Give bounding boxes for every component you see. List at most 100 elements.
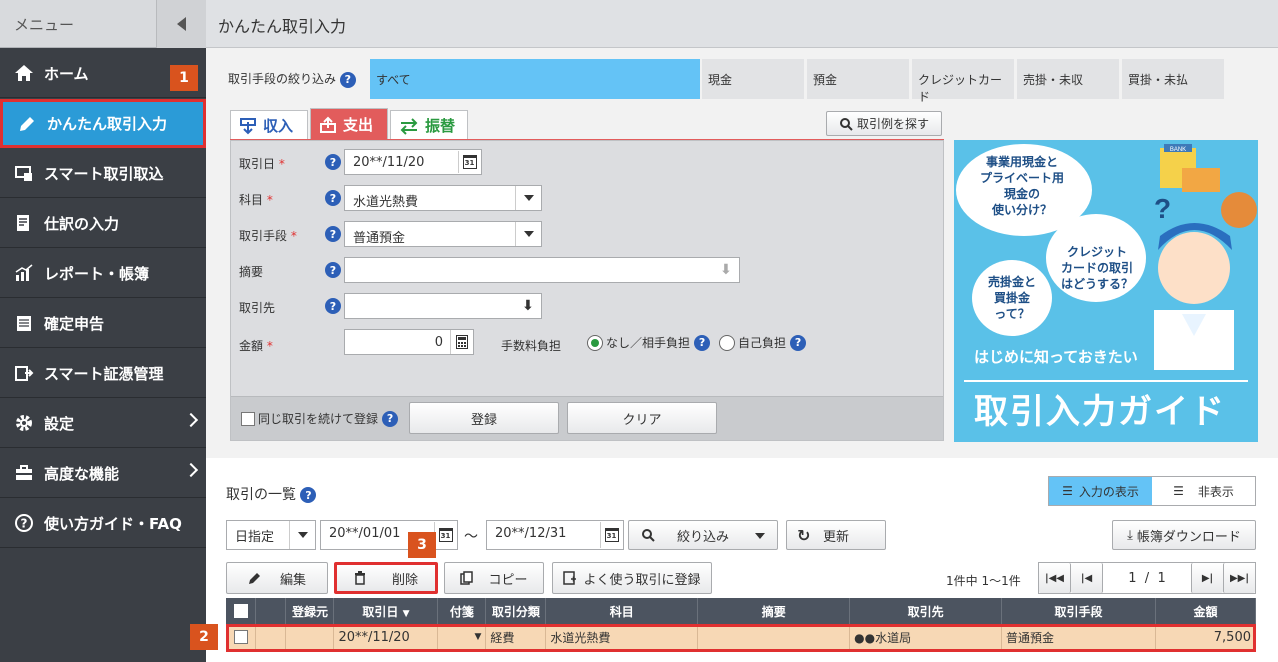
sidebar-item-help[interactable]: ? 使い方ガイド・FAQ bbox=[0, 499, 206, 548]
date-from-input[interactable]: 20**/01/01 31 bbox=[320, 520, 458, 550]
period-mode-select[interactable]: 日指定 bbox=[226, 520, 316, 550]
memo-label: 摘要 bbox=[239, 265, 264, 279]
filter-tab-cash[interactable]: 現金 bbox=[702, 59, 804, 99]
next-page-button[interactable]: ▶| bbox=[1191, 563, 1223, 593]
main-header: かんたん取引入力 bbox=[206, 0, 1278, 48]
calculator-icon[interactable] bbox=[450, 330, 472, 354]
date-label: 取引日 * bbox=[239, 157, 285, 171]
copy-button[interactable]: コピー bbox=[444, 562, 544, 594]
help-icon[interactable]: ? bbox=[325, 298, 341, 314]
memo-input[interactable]: ⬇ bbox=[344, 257, 740, 283]
filter-tab-receivable[interactable]: 売掛・未収 bbox=[1017, 59, 1119, 99]
help-icon: ? bbox=[12, 511, 36, 535]
select-all-checkbox[interactable] bbox=[226, 598, 257, 624]
delete-button[interactable]: 削除 bbox=[334, 562, 438, 594]
help-icon[interactable]: ? bbox=[325, 190, 341, 206]
help-icon[interactable]: ? bbox=[325, 262, 341, 278]
column-header bbox=[255, 598, 287, 624]
sidebar-item-receipts[interactable]: スマート証憑管理 bbox=[0, 349, 206, 398]
sidebar-item-label: 仕訳の入力 bbox=[44, 214, 120, 233]
sidebar-item-reports[interactable]: レポート・帳簿 bbox=[0, 249, 206, 298]
arrow-down-icon[interactable]: ⬇ bbox=[515, 294, 541, 318]
sidebar-item-smart-import[interactable]: スマート取引取込 bbox=[0, 149, 206, 198]
edit-button[interactable]: 編集 bbox=[226, 562, 328, 594]
pagination: |◀◀ |◀ 1 / 1 ▶| ▶▶| bbox=[1038, 562, 1256, 594]
column-header: 科目 bbox=[545, 598, 699, 624]
arrow-down-icon[interactable]: ⬇ bbox=[713, 258, 739, 282]
calendar-icon[interactable]: 31 bbox=[600, 522, 622, 548]
step-badge-3: 3 bbox=[408, 532, 436, 558]
tab-expense[interactable]: 支出 bbox=[310, 108, 388, 140]
ad-title: 取引入力ガイド bbox=[974, 392, 1226, 432]
download-ledger-button[interactable]: ⤓ 帳簿ダウンロード bbox=[1112, 520, 1256, 550]
help-icon[interactable]: ? bbox=[339, 71, 356, 88]
calendar-icon[interactable]: 31 bbox=[434, 522, 456, 548]
first-page-button[interactable]: |◀◀ bbox=[1039, 563, 1071, 593]
tab-transfer[interactable]: 振替 bbox=[390, 110, 468, 140]
sidebar-item-label: 高度な機能 bbox=[44, 464, 120, 483]
filter-tab-all[interactable]: すべて bbox=[370, 59, 700, 99]
filter-tab-credit-card[interactable]: クレジットカード bbox=[912, 59, 1014, 104]
svg-text:?: ? bbox=[1154, 193, 1171, 224]
fee-self-radio[interactable]: 自己負担 ? bbox=[719, 334, 807, 351]
account-select[interactable]: 水道光熱費 bbox=[344, 185, 542, 211]
sidebar-item-quick-entry[interactable]: かんたん取引入力 bbox=[0, 99, 206, 148]
last-page-button[interactable]: ▶▶| bbox=[1223, 563, 1255, 593]
clear-button[interactable]: クリア bbox=[567, 402, 717, 434]
table-row[interactable]: 20**/11/20 ▼ 経費 水道光熱費 ●●水道局 普通預金 7,500 bbox=[226, 624, 1257, 650]
guide-banner[interactable]: BANK ? 事業用現金と プライベート用 現金の 使い分け？ クレジット カー… bbox=[954, 140, 1258, 442]
record-count: 1件中 1～1件 bbox=[946, 574, 1021, 588]
calendar-icon[interactable]: 31 bbox=[458, 151, 480, 173]
sidebar-item-label: 使い方ガイド・FAQ bbox=[44, 514, 182, 533]
help-icon[interactable]: ? bbox=[325, 154, 341, 170]
show-input-button[interactable]: ☰ 入力の表示 bbox=[1049, 477, 1152, 505]
help-icon[interactable]: ? bbox=[300, 487, 317, 503]
sidebar-item-tax-return[interactable]: 確定申告 bbox=[0, 299, 206, 348]
hide-input-button[interactable]: ☰ 非表示 bbox=[1152, 477, 1255, 505]
row-checkbox[interactable] bbox=[226, 624, 257, 650]
search-icon bbox=[839, 117, 853, 131]
sidebar-item-settings[interactable]: 設定 bbox=[0, 399, 206, 448]
date-input[interactable]: 20**/11/20 31 bbox=[344, 149, 482, 175]
sidebar-item-advanced[interactable]: 高度な機能 bbox=[0, 449, 206, 498]
partner-input[interactable]: ⬇ bbox=[344, 293, 542, 319]
download-icon: ⤓ bbox=[1127, 527, 1133, 543]
dropdown-arrow-icon bbox=[289, 521, 315, 549]
prev-page-button[interactable]: |◀ bbox=[1071, 563, 1103, 593]
refresh-button[interactable]: ↻ 更新 bbox=[786, 520, 886, 550]
sidebar-item-label: レポート・帳簿 bbox=[44, 264, 150, 283]
form-footer: 同じ取引を続けて登録 ? 登録 クリア bbox=[231, 396, 943, 440]
transaction-list-section: 取引の一覧 ? ☰ 入力の表示 ☰ 非表示 日指定 20**/01/01 31 … bbox=[190, 458, 1278, 662]
register-button[interactable]: 登録 bbox=[409, 402, 559, 434]
expense-icon bbox=[320, 116, 336, 133]
help-icon[interactable]: ? bbox=[694, 334, 711, 351]
trash-icon bbox=[354, 571, 365, 585]
help-icon[interactable]: ? bbox=[325, 226, 341, 242]
repeat-checkbox[interactable]: 同じ取引を続けて登録 ? bbox=[241, 410, 399, 427]
home-icon bbox=[12, 61, 36, 85]
column-header-sortable[interactable]: 取引日 ▼ bbox=[333, 598, 439, 624]
filter-label: 取引手段の絞り込み ? bbox=[228, 70, 356, 88]
sidebar-item-journal[interactable]: 仕訳の入力 bbox=[0, 199, 206, 248]
menu-collapse-button[interactable] bbox=[156, 0, 206, 48]
svg-text:?: ? bbox=[21, 517, 28, 531]
favorite-register-button[interactable]: よく使う取引に登録 bbox=[552, 562, 712, 594]
method-select[interactable]: 普通預金 bbox=[344, 221, 542, 247]
row-cell-tag[interactable]: ▼ bbox=[437, 624, 487, 650]
tab-income[interactable]: 収入 bbox=[230, 110, 308, 140]
date-to-input[interactable]: 20**/12/31 31 bbox=[486, 520, 624, 550]
filter-button[interactable]: 絞り込み bbox=[628, 520, 778, 550]
search-example-button[interactable]: 取引例を探す bbox=[826, 111, 942, 136]
fee-none-radio[interactable]: なし／相手負担 ? bbox=[587, 334, 711, 351]
help-icon[interactable]: ? bbox=[382, 410, 399, 427]
amount-input[interactable]: 0 bbox=[344, 329, 474, 355]
filter-tab-deposit[interactable]: 預金 bbox=[807, 59, 909, 99]
row-cell-method: 普通預金 bbox=[1001, 624, 1156, 650]
input-display-toggle[interactable]: ☰ 入力の表示 ☰ 非表示 bbox=[1048, 476, 1256, 506]
list-icon: ☰ bbox=[1173, 484, 1184, 498]
step-badge-2: 2 bbox=[190, 624, 218, 650]
chevron-right-icon bbox=[183, 462, 199, 478]
help-icon[interactable]: ? bbox=[790, 334, 807, 351]
filter-tab-payable[interactable]: 買掛・未払 bbox=[1122, 59, 1224, 99]
sidebar: メニュー ホーム かんたん取引入力 スマート取引取込 仕訳の入力 レポート・帳簿… bbox=[0, 0, 206, 662]
